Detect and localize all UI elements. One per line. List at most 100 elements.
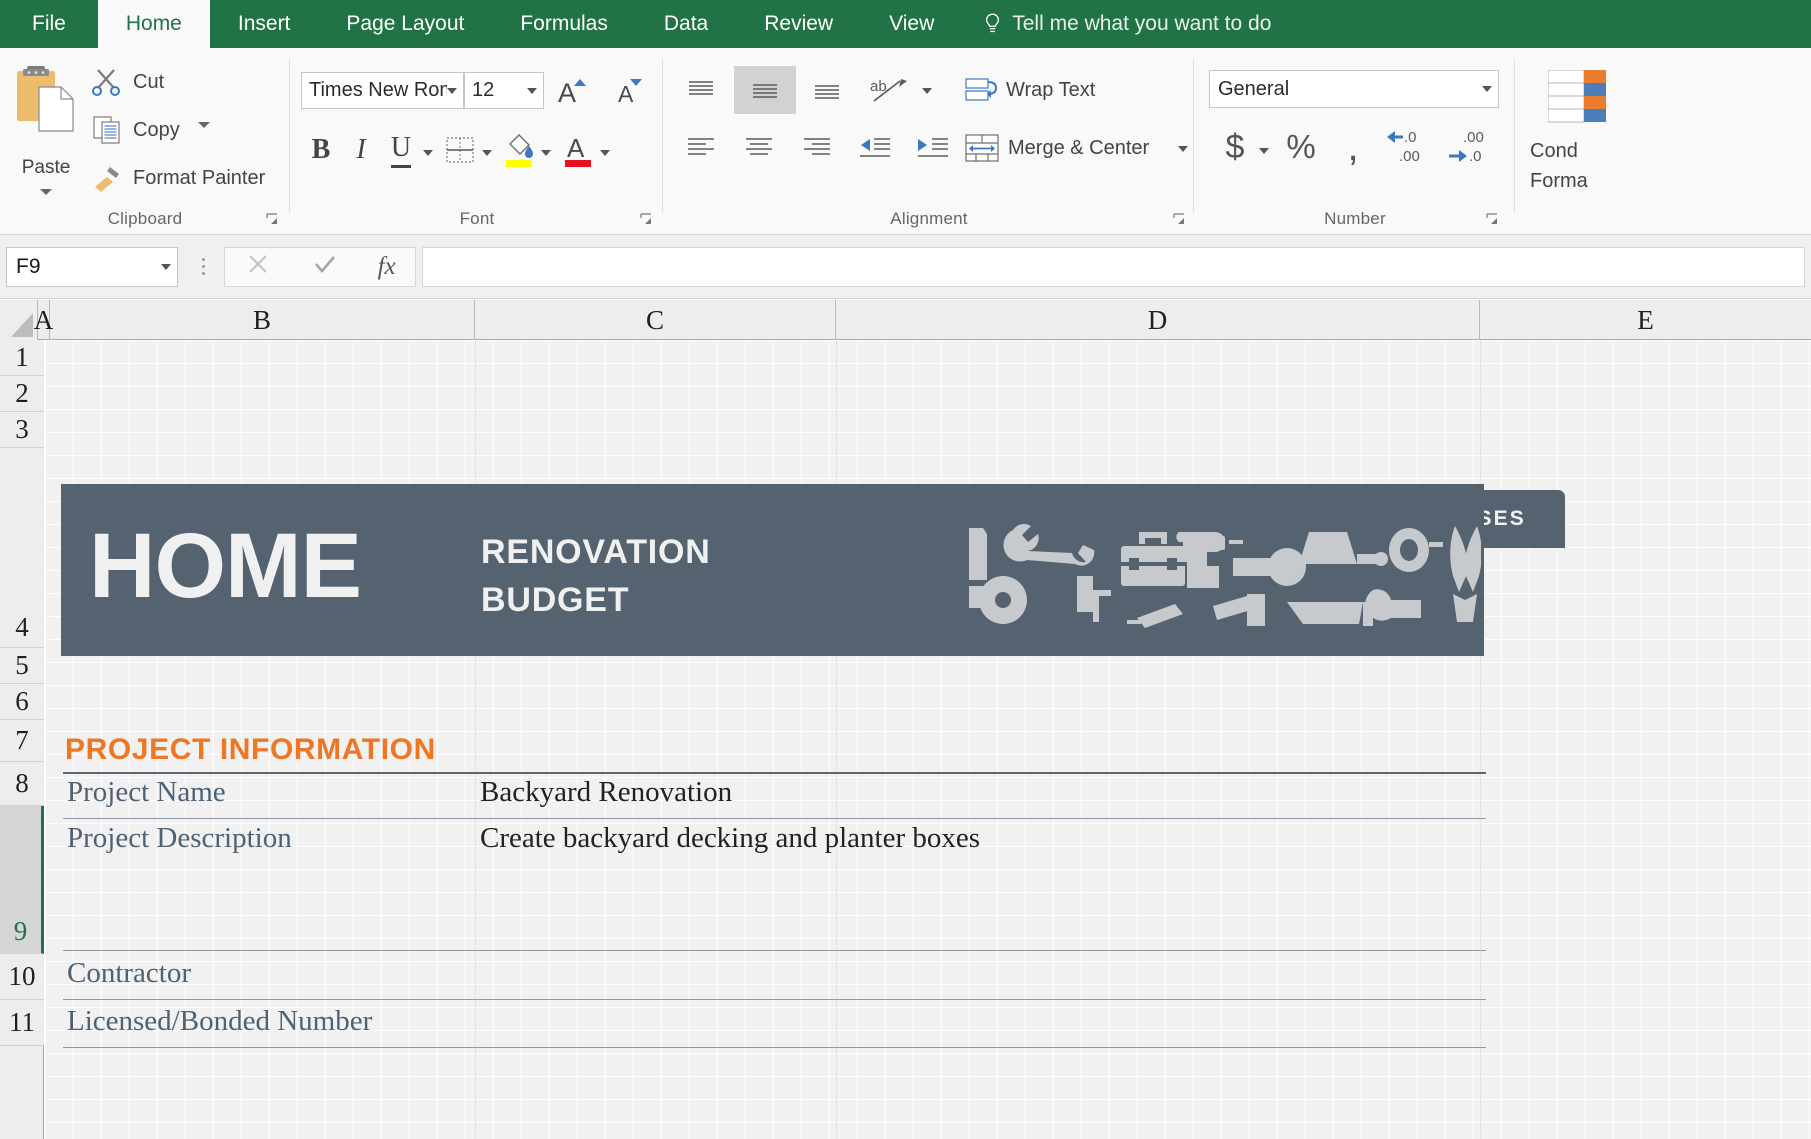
row-header-7[interactable]: 7 [0,720,44,762]
tab-page-layout[interactable]: Page Layout [318,0,492,48]
enter-icon[interactable] [311,250,339,283]
align-center-button[interactable] [736,128,782,168]
row-header-2[interactable]: 2 [0,376,44,412]
increase-indent-icon [916,135,950,161]
chevron-down-icon[interactable] [527,88,537,94]
underline-button[interactable]: U [381,128,421,172]
chevron-down-icon[interactable] [40,189,52,195]
bold-button[interactable]: B [301,128,341,172]
tab-file[interactable]: File [0,0,98,48]
underline-dropdown-icon[interactable] [423,150,433,156]
column-header-C[interactable]: C [475,300,836,340]
borders-button[interactable] [440,128,480,172]
cut-button[interactable]: Cut [92,62,164,102]
alignment-dialog-launcher-icon[interactable] [1172,212,1188,228]
currency-dropdown-icon[interactable] [1259,148,1269,154]
orientation-button[interactable]: ab [862,70,918,110]
italic-button[interactable]: I [341,128,381,172]
increase-decimal-icon: .0 .00 [1381,125,1435,169]
clipboard-dialog-launcher-icon[interactable] [265,212,281,228]
currency-button[interactable]: $ [1215,124,1255,170]
number-group-label: Number [1195,209,1515,229]
conditional-formatting-label: Cond Forma [1530,136,1588,196]
copy-button[interactable]: Copy [92,110,180,150]
font-color-button[interactable]: A [558,128,598,172]
column-header-E[interactable]: E [1480,300,1811,340]
paste-button[interactable]: Paste [8,58,84,208]
cancel-icon[interactable] [244,250,272,283]
paste-label: Paste [22,157,71,179]
align-top-button[interactable] [678,70,724,110]
row-header-5[interactable]: 5 [0,648,44,684]
font-name-input[interactable]: Times New Rom [301,72,464,109]
align-middle-icon [749,78,781,102]
field-value-project-description[interactable]: Create backyard decking and planter boxe… [480,822,980,855]
decrease-indent-button[interactable] [852,128,898,168]
italic-label: I [356,134,365,166]
fill-color-button[interactable] [499,128,539,172]
row-header-11[interactable]: 11 [0,1000,44,1046]
copy-icon [92,115,124,145]
wrap-text-label: Wrap Text [1006,79,1095,102]
borders-dropdown-icon[interactable] [482,150,492,156]
font-dialog-launcher-icon[interactable] [639,212,655,228]
tab-review[interactable]: Review [736,0,861,48]
increase-font-size-button[interactable]: A [551,70,593,112]
merge-center-button[interactable]: Merge & Center [964,128,1149,168]
formula-input[interactable] [422,247,1805,287]
column-header-A[interactable]: A [38,300,50,340]
chevron-down-icon[interactable] [161,264,171,270]
format-painter-button[interactable]: Format Painter [92,158,265,198]
field-label-project-description: Project Description [67,822,292,855]
tab-home[interactable]: Home [98,0,210,48]
align-middle-button[interactable] [734,66,796,114]
chevron-down-icon[interactable] [1482,86,1492,92]
increase-decimal-button[interactable]: .0 .00 [1381,124,1435,170]
number-format-select[interactable]: General [1209,70,1499,108]
number-dialog-launcher-icon[interactable] [1485,212,1501,228]
align-bottom-button[interactable] [804,70,850,110]
column-header-D[interactable]: D [836,300,1480,340]
row-header-6[interactable]: 6 [0,684,44,720]
tab-insert[interactable]: Insert [210,0,319,48]
tell-me-box[interactable]: Tell me what you want to do [962,0,1281,48]
ribbon-group-font: Times New Rom 12 A A B I U [291,48,663,235]
column-header-B[interactable]: B [50,300,475,340]
chevron-down-icon[interactable] [447,88,457,94]
font-size-input[interactable]: 12 [464,72,544,109]
fill-color-dropdown-icon[interactable] [541,150,551,156]
name-box[interactable]: F9 [6,247,178,287]
row-header-10[interactable]: 10 [0,954,44,1000]
decrease-decimal-button[interactable]: .00 .0 [1443,124,1497,170]
align-right-button[interactable] [794,128,840,168]
formula-bar-handle[interactable] [192,247,214,287]
row-header-1[interactable]: 1 [0,340,44,376]
field-value-project-name[interactable]: Backyard Renovation [480,776,732,809]
row-header-8[interactable]: 8 [0,762,44,806]
comma-style-button[interactable]: , [1335,124,1371,170]
row-header-4[interactable]: 4 [0,448,44,648]
svg-text:A: A [567,133,585,163]
row-headers: 1 2 3 4 5 6 7 8 9 10 11 [0,340,44,1139]
align-left-button[interactable] [678,128,724,168]
tab-view[interactable]: View [861,0,962,48]
percent-button[interactable]: % [1279,124,1323,170]
copy-dropdown-icon[interactable] [198,122,210,128]
font-color-dropdown-icon[interactable] [600,150,610,156]
sheet-canvas[interactable]: ENTER EXPENSES HOME RENOVATION BUDGET [45,340,1811,1139]
column-headers: A B C D E [0,300,1811,340]
insert-function-icon[interactable]: fx [378,253,396,281]
tab-data[interactable]: Data [636,0,736,48]
wrap-text-button[interactable]: Wrap Text [964,70,1095,110]
row-header-3[interactable]: 3 [0,412,44,448]
tab-formulas[interactable]: Formulas [492,0,636,48]
field-divider [63,1047,1486,1048]
select-all-button[interactable] [0,300,38,340]
increase-indent-button[interactable] [910,128,956,168]
banner-subtitle: RENOVATION BUDGET [481,528,711,624]
conditional-formatting-button[interactable] [1548,70,1606,131]
decrease-font-size-button[interactable]: A [609,70,651,112]
row-header-9[interactable]: 9 [0,806,44,954]
orientation-dropdown-icon[interactable] [922,88,932,94]
merge-dropdown-icon[interactable] [1178,146,1188,152]
